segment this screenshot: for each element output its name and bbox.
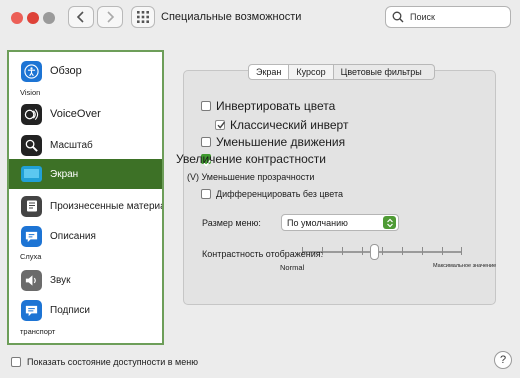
invert-colors-label: Инвертировать цвета (216, 99, 336, 113)
sidebar-item-label: Подписи (50, 304, 90, 316)
sidebar-item-label: Звук (50, 274, 71, 286)
section-header-motor: транспорт (20, 327, 56, 336)
voiceover-icon (21, 103, 42, 125)
slider-tick (382, 247, 383, 255)
descriptions-icon (21, 225, 42, 247)
classic-invert-checkbox[interactable] (215, 120, 225, 130)
menu-size-value: По умолчанию (287, 218, 348, 228)
sidebar-item-label: Обзор (50, 65, 82, 77)
differentiate-color-label: Дифференцировать без цвета (216, 189, 343, 199)
tab-cursor[interactable]: Курсор (289, 64, 334, 80)
sidebar-item-captions[interactable]: Подписи (9, 295, 162, 325)
help-button[interactable]: ? (494, 351, 512, 369)
sidebar-item-display[interactable]: Экран (9, 159, 162, 189)
classic-invert-label: Классический инверт (230, 118, 349, 132)
sidebar-item-overview[interactable]: Обзор (9, 56, 162, 86)
sidebar-item-zoom[interactable]: Масштаб (9, 130, 162, 160)
sidebar-item-label: Экран (50, 168, 79, 180)
grid-icon (137, 11, 149, 23)
reduce-transparency-label[interactable]: (V) Уменьшение прозрачности (187, 172, 314, 182)
forward-button[interactable] (97, 6, 123, 28)
captions-icon (21, 299, 42, 321)
menu-size-select[interactable]: По умолчанию (281, 214, 399, 231)
tab-bar: Экран Курсор Цветовые фильтры (248, 64, 435, 80)
window-title: Специальные возможности (161, 11, 302, 23)
slider-tick (442, 247, 443, 255)
section-header-hearing: Слуха (20, 252, 42, 261)
spoken-content-icon (21, 195, 42, 217)
slider-tick (362, 247, 363, 255)
search-input[interactable] (410, 10, 506, 24)
invert-colors-checkbox[interactable] (201, 101, 211, 111)
minimize-window-button[interactable] (27, 12, 39, 24)
sidebar-item-voiceover[interactable]: VoiceOver (9, 99, 162, 129)
menu-size-label: Размер меню: (202, 218, 261, 228)
slider-tick (402, 247, 403, 255)
contrast-slider-knob[interactable] (370, 244, 379, 260)
checkmark-icon (217, 121, 225, 129)
back-button[interactable] (68, 6, 94, 28)
search-icon (392, 11, 404, 23)
slider-tick (422, 247, 423, 255)
sidebar-item-label: Описания (50, 230, 96, 242)
differentiate-color-checkbox[interactable] (201, 189, 211, 199)
sidebar-item-label: Масштаб (50, 139, 93, 151)
zoom-window-button[interactable] (43, 12, 55, 24)
sidebar-item-label: Произнесенные материалы (50, 200, 162, 212)
contrast-min-label: Normal (280, 263, 305, 272)
tab-display[interactable]: Экран (248, 64, 290, 80)
sidebar: Обзор Vision VoiceOver Масштаб Экран Про… (7, 50, 164, 345)
show-all-button[interactable] (131, 6, 155, 28)
chevron-up-down-icon (383, 216, 396, 229)
section-header-vision: Vision (20, 88, 41, 97)
reduce-motion-label: Уменьшение движения (216, 135, 346, 149)
show-status-label: Показать состояние доступности в меню (27, 357, 198, 367)
chevron-right-icon (107, 11, 115, 23)
show-status-checkbox[interactable] (11, 357, 21, 367)
contrast-max-label: Максимальное значение (433, 263, 497, 269)
tab-color-filters[interactable]: Цветовые фильтры (333, 64, 435, 80)
close-window-button[interactable] (11, 12, 23, 24)
title-bar: Специальные возможности (0, 0, 520, 40)
increase-contrast-label: Увеличение контрастности (176, 152, 326, 166)
sidebar-item-label: VoiceOver (50, 108, 101, 120)
slider-tick (342, 247, 343, 255)
zoom-icon (21, 134, 42, 156)
slider-tick (461, 247, 462, 255)
chevron-left-icon (76, 11, 84, 23)
speaker-icon (21, 269, 42, 291)
reduce-motion-checkbox[interactable] (201, 137, 211, 147)
sidebar-item-audio[interactable]: Звук (9, 265, 162, 295)
contrast-label: Контрастность отображения: (202, 249, 324, 259)
display-icon (21, 166, 42, 182)
search-field[interactable] (385, 6, 511, 28)
accessibility-icon (21, 60, 42, 82)
sidebar-item-descriptions[interactable]: Описания (9, 221, 162, 251)
sidebar-item-spoken-content[interactable]: Произнесенные материалы (9, 191, 162, 221)
